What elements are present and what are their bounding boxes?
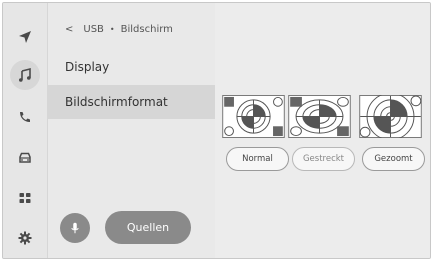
apps-grid-icon bbox=[19, 193, 31, 203]
sources-button[interactable]: Quellen bbox=[105, 211, 191, 244]
back-button[interactable]: < bbox=[65, 24, 73, 35]
format-option-label: Normal bbox=[242, 154, 273, 164]
format-option-label: Gezoomt bbox=[374, 154, 413, 164]
breadcrumb: < USB • Bildschirm bbox=[65, 24, 173, 35]
phone-icon bbox=[20, 112, 30, 122]
format-option-gestreckt[interactable]: Gestreckt bbox=[292, 147, 355, 171]
vehicle-button[interactable] bbox=[10, 143, 40, 173]
menu-panel: < USB • Bildschirm Display Bildschirmfor… bbox=[48, 3, 215, 258]
stretched-format-preview bbox=[288, 95, 351, 138]
normal-format-preview bbox=[222, 95, 285, 138]
music-note-icon bbox=[19, 67, 31, 82]
car-icon bbox=[19, 152, 31, 163]
breadcrumb-source: USB bbox=[83, 24, 104, 35]
navigation-icon bbox=[19, 31, 31, 43]
format-option-normal[interactable]: Normal bbox=[226, 147, 289, 171]
screen: < USB • Bildschirm Display Bildschirmfor… bbox=[0, 0, 433, 261]
audio-button[interactable] bbox=[10, 60, 40, 90]
format-panel: Normal Gestreckt Gezoomt bbox=[215, 3, 430, 258]
microphone-icon bbox=[71, 222, 79, 234]
format-option-gezoomt[interactable]: Gezoomt bbox=[362, 147, 425, 171]
menu-item-display[interactable]: Display bbox=[48, 50, 215, 84]
sources-label: Quellen bbox=[126, 221, 170, 234]
phone-button[interactable] bbox=[10, 102, 40, 132]
breadcrumb-page: Bildschirm bbox=[120, 24, 173, 35]
breadcrumb-separator: • bbox=[109, 25, 115, 34]
navigation-button[interactable] bbox=[10, 22, 40, 52]
voice-button[interactable] bbox=[60, 213, 90, 243]
menu-item-bildschirmformat[interactable]: Bildschirmformat bbox=[48, 85, 215, 119]
settings-gear-icon bbox=[18, 231, 32, 245]
menu-item-label: Display bbox=[65, 60, 110, 74]
menu-item-label: Bildschirmformat bbox=[65, 95, 168, 109]
zoomed-format-preview bbox=[359, 95, 422, 138]
display-frame: < USB • Bildschirm Display Bildschirmfor… bbox=[2, 2, 431, 259]
settings-button[interactable] bbox=[10, 223, 40, 253]
left-rail bbox=[3, 3, 48, 258]
format-option-label: Gestreckt bbox=[302, 154, 345, 164]
apps-button[interactable] bbox=[10, 183, 40, 213]
